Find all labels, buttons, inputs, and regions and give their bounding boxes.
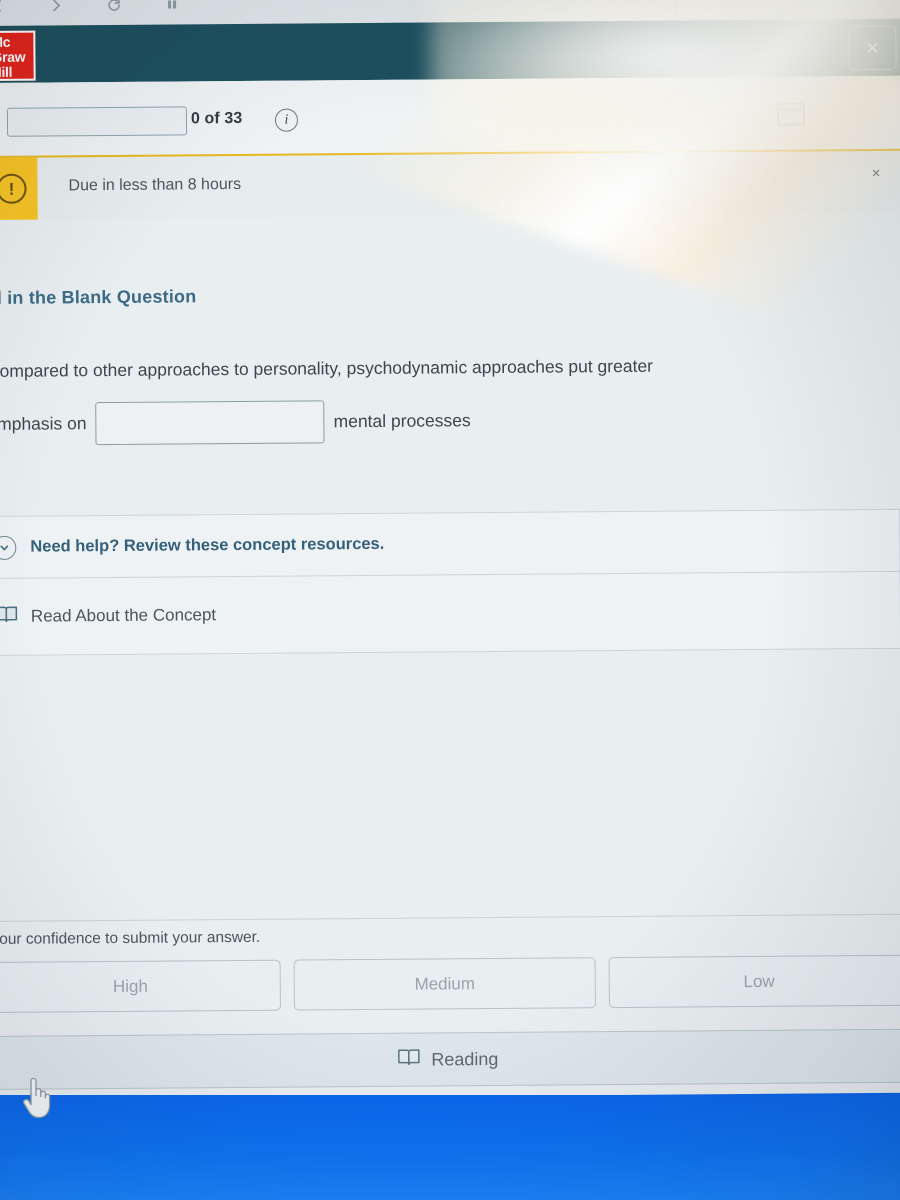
desktop-wallpaper [0,1095,900,1200]
alert-close-icon[interactable]: × [872,165,881,182]
progress-bar [6,106,188,137]
reading-bar[interactable]: Reading [0,1028,900,1091]
logo-line-1: Mc [0,33,11,50]
forward-icon[interactable] [48,0,64,13]
calendar-icon[interactable] [776,102,806,126]
reading-label: Reading [431,1048,499,1070]
browser-toolbar-box[interactable] [760,0,847,19]
logo-line-3: Hill [0,63,13,80]
pause-icon[interactable] [164,0,180,13]
confidence-buttons: High Medium Low [0,954,900,1014]
due-alert-message: Due in less than 8 hours [68,175,242,195]
question-text-suffix: mental processes [333,410,471,432]
question-count-label: 0 of 33 [190,109,243,128]
logo-line-2: Graw [0,48,26,65]
confidence-button-high[interactable]: High [0,959,282,1014]
browser-nav-icons [0,0,180,14]
concept-resources-panel: Need help? Review these concept resource… [0,508,900,656]
close-assignment-button[interactable]: × [848,25,897,71]
chevron-down-icon [0,535,17,560]
application-screen: Mc Graw Hill × 0 of 33 i ! Due in less t… [0,0,900,1100]
resource-item-label: Read About the Concept [30,605,217,626]
screen-photo: Mc Graw Hill × 0 of 33 i ! Due in less t… [0,0,900,1200]
browser-toolbar-box[interactable] [845,0,900,19]
question-text-line-2: emphasis on mental processes [0,399,471,446]
confidence-prompt: your confidence to submit your answer. [0,928,261,948]
concept-resources-header-label: Need help? Review these concept resource… [30,534,385,556]
question-text-line-1: Compared to other approaches to personal… [0,355,654,381]
answer-input[interactable] [95,400,325,446]
confidence-button-medium[interactable]: Medium [293,957,596,1011]
book-icon [0,605,18,629]
info-icon[interactable]: i [274,108,299,132]
due-alert-banner: ! Due in less than 8 hours × [0,148,900,220]
hand-cursor [20,1077,52,1120]
close-icon: × [865,34,879,61]
question-body: Compared to other approaches to personal… [0,354,867,446]
question-type-label: ill in the Blank Question [0,286,197,308]
reload-icon[interactable] [106,0,122,13]
concept-resources-header[interactable]: Need help? Review these concept resource… [0,509,900,579]
progress-row: 0 of 33 i [0,75,900,157]
confidence-divider [0,913,900,922]
back-icon[interactable] [0,0,6,14]
confidence-button-low[interactable]: Low [608,954,900,1009]
resource-item-read-about-the-concept[interactable]: Read About the Concept [0,572,900,655]
alert-icon-container: ! [0,157,38,220]
exclamation-icon: ! [0,173,27,204]
book-icon [397,1048,420,1072]
browser-toolbar-boxes [675,0,900,20]
browser-toolbar-box[interactable] [675,0,762,20]
mcgraw-hill-logo: Mc Graw Hill [0,30,36,81]
question-text-prefix: emphasis on [0,413,87,434]
app-header: Mc Graw Hill × [0,18,900,83]
